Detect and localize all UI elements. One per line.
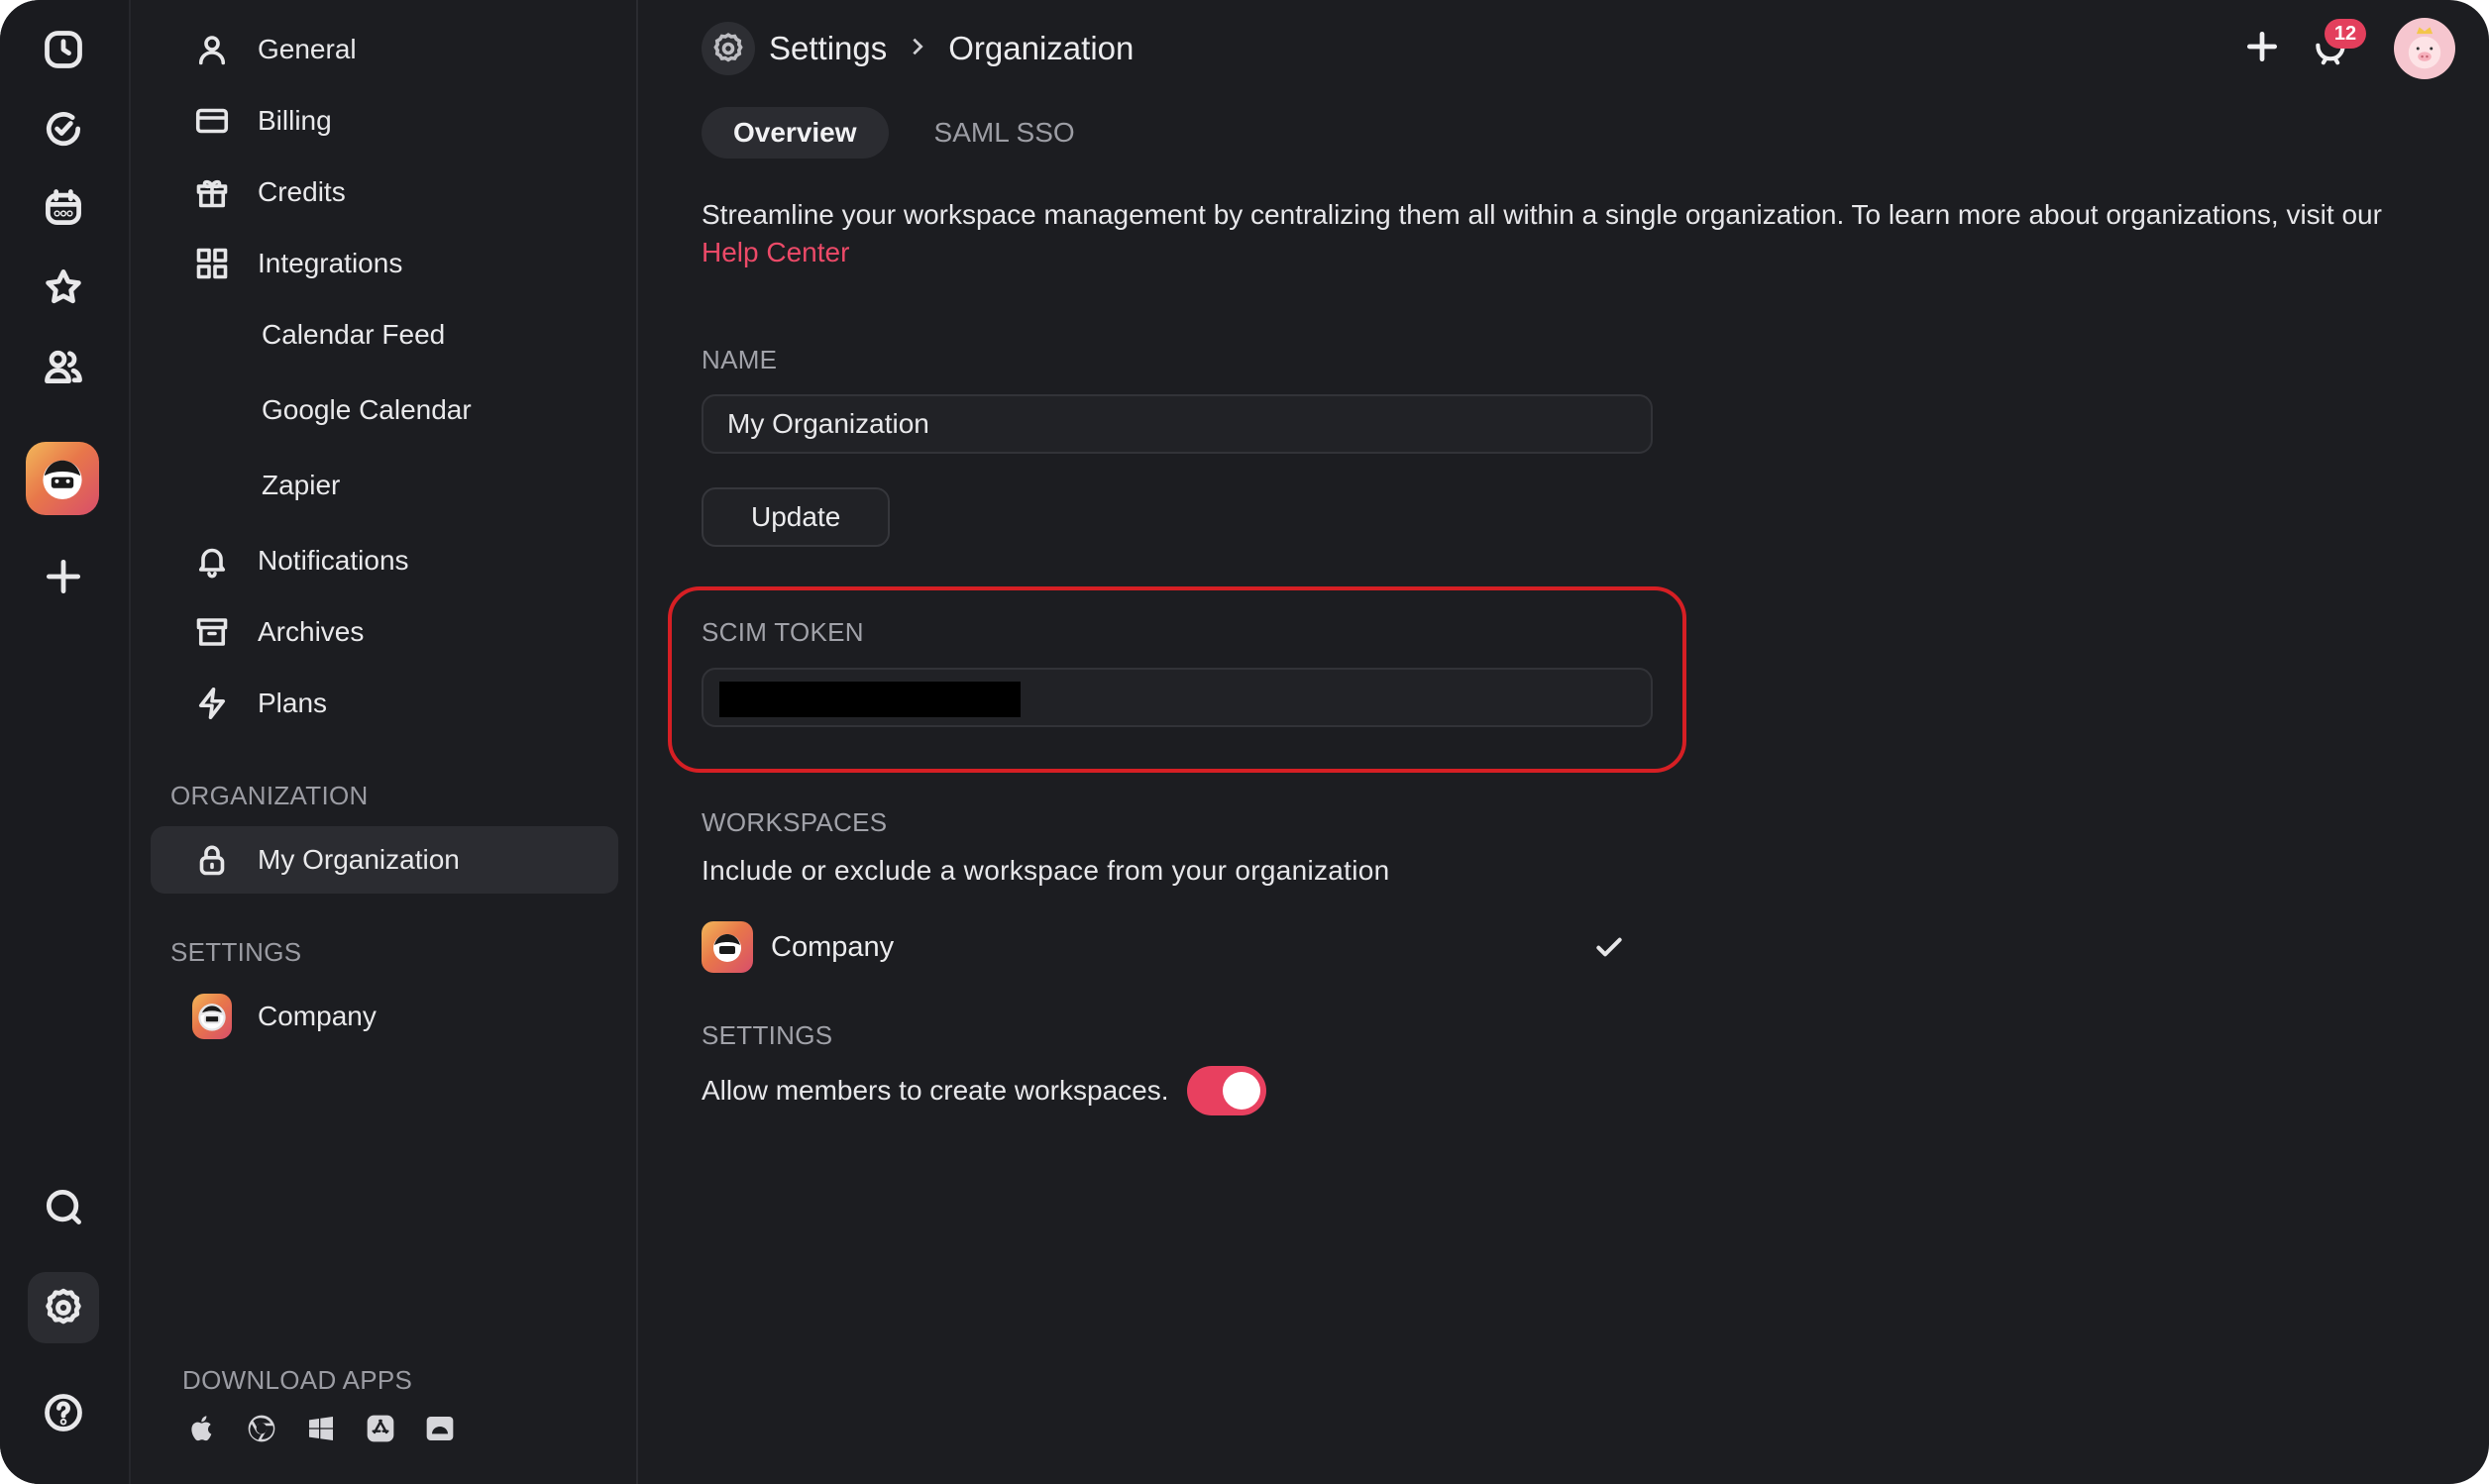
gear-icon xyxy=(702,22,755,75)
archive-icon xyxy=(192,612,232,652)
settings-gear-icon[interactable] xyxy=(28,1272,99,1343)
toggle-label: Allow members to create workspaces. xyxy=(702,1075,1169,1106)
tasks-icon[interactable] xyxy=(28,93,99,164)
people-icon[interactable] xyxy=(28,331,99,402)
search-icon[interactable] xyxy=(28,1171,99,1242)
sidebar-item-google-calendar[interactable]: Google Calendar xyxy=(151,376,618,444)
app-store-icon[interactable] xyxy=(365,1413,396,1444)
plus-icon[interactable] xyxy=(2243,28,2281,70)
checkmark-icon[interactable] xyxy=(1593,931,1625,968)
lightning-icon xyxy=(192,684,232,723)
sidebar-item-integrations[interactable]: Integrations xyxy=(151,230,618,297)
sidebar-item-label: Google Calendar xyxy=(262,394,472,425)
credit-card-icon xyxy=(192,101,232,141)
tab-bar: Overview SAML SSO xyxy=(702,107,1107,159)
sidebar-item-plans[interactable]: Plans xyxy=(151,670,618,737)
cat-face-icon xyxy=(713,934,741,962)
app-window: General Billing Credits Integrations Cal… xyxy=(0,0,2489,1484)
breadcrumb-organization: Organization xyxy=(948,30,1135,66)
sidebar-item-credits[interactable]: Credits xyxy=(151,159,618,226)
sidebar-item-company[interactable]: Company xyxy=(151,983,618,1050)
sidebar-item-calendar-feed[interactable]: Calendar Feed xyxy=(151,301,618,369)
sidebar-item-label: My Organization xyxy=(258,844,460,875)
toggle-knob xyxy=(1222,1072,1260,1110)
sidebar-item-label: Calendar Feed xyxy=(262,319,446,350)
help-center-link[interactable]: Help Center xyxy=(702,237,849,267)
sidebar-item-zapier[interactable]: Zapier xyxy=(151,452,618,519)
settings-section-label: SETTINGS xyxy=(702,1020,833,1050)
organization-heading: ORGANIZATION xyxy=(170,781,369,810)
workspaces-label: WORKSPACES xyxy=(702,807,888,837)
redacted-token xyxy=(719,682,1021,717)
cat-face-icon xyxy=(43,460,82,499)
help-icon[interactable] xyxy=(28,1377,99,1448)
scim-token-label: SCIM TOKEN xyxy=(702,617,864,647)
company-logo xyxy=(192,994,232,1039)
chrome-icon[interactable] xyxy=(246,1413,277,1444)
pig-avatar-icon xyxy=(2408,27,2441,69)
android-icon[interactable] xyxy=(424,1413,456,1444)
settings-heading: SETTINGS xyxy=(170,937,302,967)
main-content: Settings Organization 12 Overview SAML S… xyxy=(638,0,2489,1484)
download-apps-heading: DOWNLOAD APPS xyxy=(182,1365,413,1395)
windows-icon[interactable] xyxy=(305,1413,337,1444)
star-icon[interactable] xyxy=(28,252,99,323)
sidebar-item-label: Zapier xyxy=(262,470,341,500)
apple-icon[interactable] xyxy=(186,1413,218,1444)
sidebar-item-label: Credits xyxy=(258,176,346,207)
name-label: NAME xyxy=(702,345,778,374)
breadcrumb: Settings Organization xyxy=(702,22,1134,75)
update-button[interactable]: Update xyxy=(702,487,891,547)
user-icon xyxy=(192,30,232,69)
sidebar-item-label: Company xyxy=(258,1001,377,1031)
intro-text: Streamline your workspace management by … xyxy=(702,196,2465,271)
sidebar-item-billing[interactable]: Billing xyxy=(151,87,618,155)
gift-icon xyxy=(192,172,232,212)
calendar-icon[interactable] xyxy=(28,172,99,244)
clock-icon[interactable] xyxy=(28,14,99,85)
bell-icon xyxy=(192,541,232,581)
allow-create-workspaces-toggle[interactable] xyxy=(1186,1066,1266,1115)
company-logo xyxy=(702,921,753,973)
chevron-right-icon xyxy=(907,36,928,62)
workspaces-description: Include or exclude a workspace from your… xyxy=(702,855,1390,886)
avatar[interactable] xyxy=(2394,18,2455,79)
sidebar-item-general[interactable]: General xyxy=(151,16,618,83)
add-workspace-icon[interactable] xyxy=(28,541,99,612)
sidebar-item-label: Notifications xyxy=(258,545,409,576)
tab-saml-sso[interactable]: SAML SSO xyxy=(903,107,1107,159)
lock-icon xyxy=(192,840,232,880)
sidebar-item-label: Plans xyxy=(258,688,328,718)
sidebar-item-label: Billing xyxy=(258,105,332,136)
sidebar-item-label: Archives xyxy=(258,616,365,647)
notification-count-badge: 12 xyxy=(2325,19,2366,49)
intro-body: Streamline your workspace management by … xyxy=(702,199,2382,230)
sidebar-item-label: Integrations xyxy=(258,248,403,278)
allow-create-workspaces-row: Allow members to create workspaces. xyxy=(702,1066,1266,1115)
download-apps-row xyxy=(186,1413,456,1444)
workspace-logo[interactable] xyxy=(26,442,99,515)
breadcrumb-settings[interactable]: Settings xyxy=(769,30,887,67)
notifications-button[interactable]: 12 xyxy=(2307,19,2366,72)
sidebar-item-notifications[interactable]: Notifications xyxy=(151,527,618,594)
sidebar-item-label: General xyxy=(258,34,357,64)
sidebar-item-archives[interactable]: Archives xyxy=(151,598,618,666)
cat-face-icon xyxy=(198,1004,226,1031)
settings-sidebar: General Billing Credits Integrations Cal… xyxy=(131,0,638,1484)
sidebar-item-my-organization[interactable]: My Organization xyxy=(151,826,618,894)
grid-icon xyxy=(192,244,232,283)
organization-name-input[interactable] xyxy=(702,394,1653,454)
icon-rail xyxy=(0,0,131,1484)
workspace-name: Company xyxy=(771,930,895,963)
tab-overview[interactable]: Overview xyxy=(702,107,889,159)
workspace-row[interactable]: Company xyxy=(702,919,1622,975)
header-actions: 12 xyxy=(2243,18,2455,79)
